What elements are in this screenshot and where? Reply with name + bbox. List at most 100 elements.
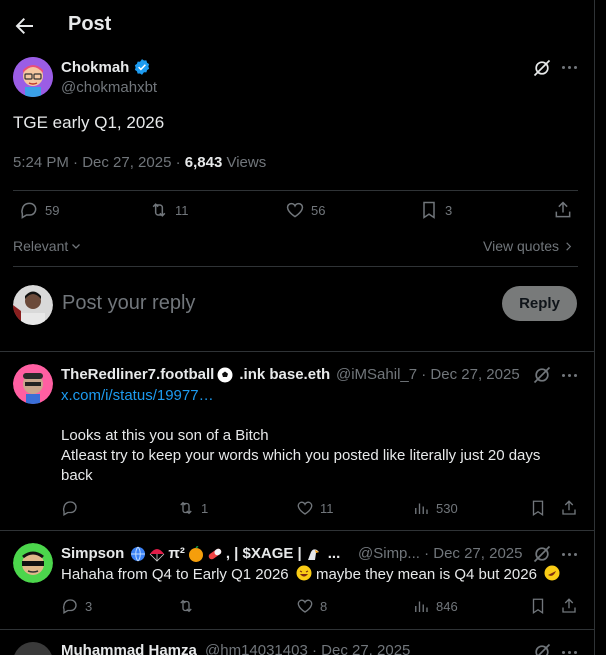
repost-count: 11 [175,202,189,218]
author-name-text: Chokmah [61,58,130,76]
back-arrow-icon[interactable] [12,14,36,38]
view-count: 530 [436,500,458,516]
post-timestamp[interactable]: 5:24 PM · Dec 27, 2025 · [13,154,185,171]
chevron-right-icon [566,241,572,251]
like-action[interactable]: 11 [296,499,334,517]
bookmark-action[interactable]: 3 [419,200,452,220]
repost-action[interactable] [177,597,195,615]
analytics-icon [415,601,428,612]
heart-icon [297,599,313,613]
reply-item[interactable]: Muhammad Hamza @hm14031403 · Dec 27, 202… [0,630,594,655]
reply-avatar[interactable] [13,642,53,655]
like-count: 56 [311,202,326,218]
divider [13,266,578,267]
reply-handle-date: @Simp... · Dec 27, 2025 [358,545,522,562]
share-action[interactable] [553,200,573,220]
author-handle[interactable]: @chokmahxbt [61,79,157,96]
header: Post [0,0,594,52]
share-icon [562,500,576,515]
sort-dropdown[interactable]: Relevant [13,238,82,254]
globe-icon [131,546,146,561]
author-name[interactable]: Chokmah [61,58,151,76]
repost-action[interactable]: 1 [177,499,208,517]
scrollbar[interactable] [595,0,606,655]
parachute-icon [150,548,165,562]
reply-item[interactable]: TheRedliner7.football .ink base.eth @iMS… [0,352,594,530]
reply-author-name[interactable]: Simpson π² , | $XAGE | ... [61,545,340,562]
views-label: Views [222,154,267,171]
verified-badge-icon [135,59,150,75]
bookmark-action[interactable] [529,499,547,517]
reply-author-text: Simpson [61,545,125,562]
reply-item[interactable]: Simpson π² , | $XAGE | ... @Simp... · De… [0,531,594,629]
reply-text-part: Hahaha from Q4 to Early Q1 2026 [61,566,289,583]
reply-action[interactable] [61,499,79,517]
post-actions: 59 11 56 3 [13,200,578,228]
reply-handle-date: @hm14031403 · Dec 27, 2025 [205,642,410,655]
reply-avatar[interactable] [13,543,53,583]
share-action[interactable] [560,499,578,517]
reply-author-ellipsis: ... [327,545,341,562]
more-options-icon[interactable] [559,642,579,655]
reply-date[interactable]: · Dec 27, 2025 [424,545,522,562]
view-quotes-label: View quotes [483,238,560,254]
share-icon [555,201,571,218]
reply-handle[interactable]: @iMSahil_7 [336,366,417,383]
reply-author-name[interactable]: TheRedliner7.football .ink base.eth [61,366,330,383]
repost-count: 1 [201,500,209,516]
post-text: TGE early Q1, 2026 [13,113,165,132]
bookmark-icon [423,201,435,219]
reply-input[interactable]: Post your reply [62,292,195,315]
reply-handle[interactable]: @hm14031403 [205,642,308,655]
heart-icon [286,202,304,218]
reply-avatar[interactable] [13,364,53,404]
reply-date[interactable]: · Dec 27, 2025 [421,366,519,383]
bookmark-icon [532,598,544,615]
repost-icon [180,501,192,515]
reply-button[interactable]: Reply [502,286,577,321]
bookmark-count: 3 [445,202,453,218]
like-action[interactable]: 8 [296,597,327,615]
reply-icon [62,501,77,516]
view-count: 846 [436,598,458,614]
like-count: 8 [320,598,328,614]
grok-icon[interactable] [532,58,552,78]
grok-icon[interactable] [532,365,552,385]
like-count: 11 [320,500,334,516]
share-action[interactable] [560,597,578,615]
reply-action[interactable]: 3 [61,597,92,615]
like-action[interactable]: 56 [285,200,325,220]
bookmark-action[interactable] [529,597,547,615]
reply-action[interactable]: 59 [19,200,59,220]
more-options-icon[interactable] [559,544,579,564]
repost-icon [152,203,166,217]
repost-action[interactable]: 11 [149,200,189,220]
soccer-ball-icon [217,367,233,382]
reply-icon [21,202,37,219]
reply-handle[interactable]: @Simp... [358,545,420,562]
reply-text-line: back [61,467,93,484]
author-avatar[interactable] [13,57,53,97]
grok-icon[interactable] [532,544,552,564]
view-quotes-link[interactable]: View quotes [483,238,574,254]
views-action[interactable]: 530 [412,499,458,517]
reply-text-line: Atleast try to keep your words which you… [61,447,541,464]
user-avatar[interactable] [13,285,53,325]
sort-label: Relevant [13,238,69,254]
rofl-emoji-icon [544,565,560,581]
heart-icon [297,501,313,515]
reply-text-part: maybe they mean is Q4 but 2026 [311,566,537,583]
reply-link[interactable]: x.com/i/status/19977… [61,386,214,406]
more-options-icon[interactable] [559,57,579,77]
reply-date[interactable]: · Dec 27, 2025 [312,642,410,655]
views-action[interactable]: 846 [412,597,458,615]
grok-icon[interactable] [532,642,552,655]
page-title: Post [68,13,112,35]
repost-icon [180,599,192,613]
pill-icon [208,548,222,559]
more-options-icon[interactable] [559,365,579,385]
reply-author-name[interactable]: Muhammad Hamza [61,642,197,655]
bookmark-icon [532,500,544,517]
reply-author-text: TheRedliner7.football [61,366,215,383]
share-icon [562,598,576,613]
